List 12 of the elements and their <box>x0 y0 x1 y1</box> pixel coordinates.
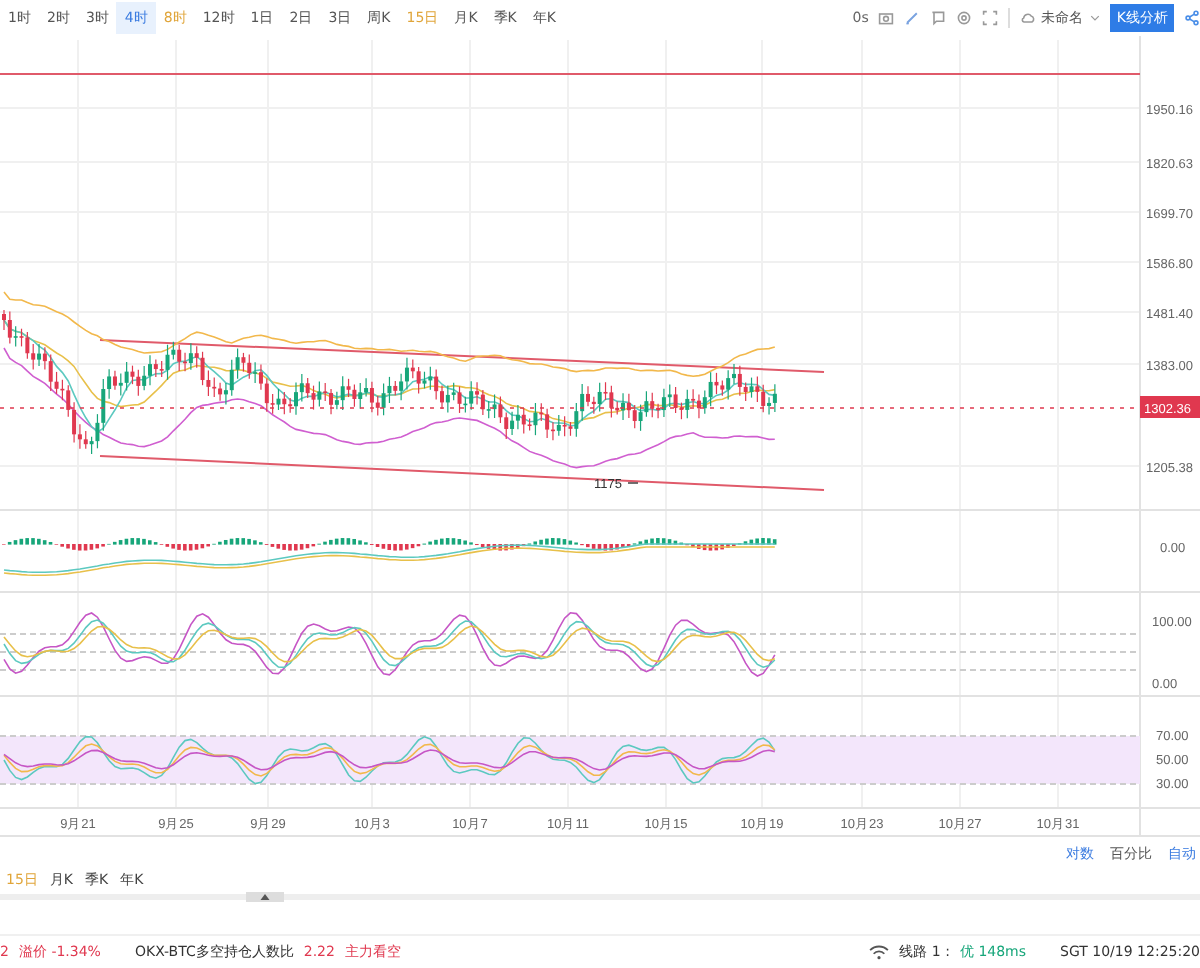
channel-lower-line[interactable] <box>99 455 825 491</box>
caret-icon <box>260 894 270 900</box>
pencil-icon[interactable] <box>904 10 921 26</box>
wifi-icon <box>867 944 890 960</box>
camera-icon[interactable] <box>878 10 895 26</box>
cloud-icon <box>1020 10 1037 26</box>
channel-upper-line[interactable] <box>99 339 825 373</box>
settings-icon[interactable] <box>956 10 973 26</box>
share-icon[interactable] <box>1184 10 1200 26</box>
caret-icon <box>1090 14 1101 22</box>
fullscreen-icon[interactable] <box>982 10 999 26</box>
collapse-handle[interactable] <box>246 892 284 902</box>
